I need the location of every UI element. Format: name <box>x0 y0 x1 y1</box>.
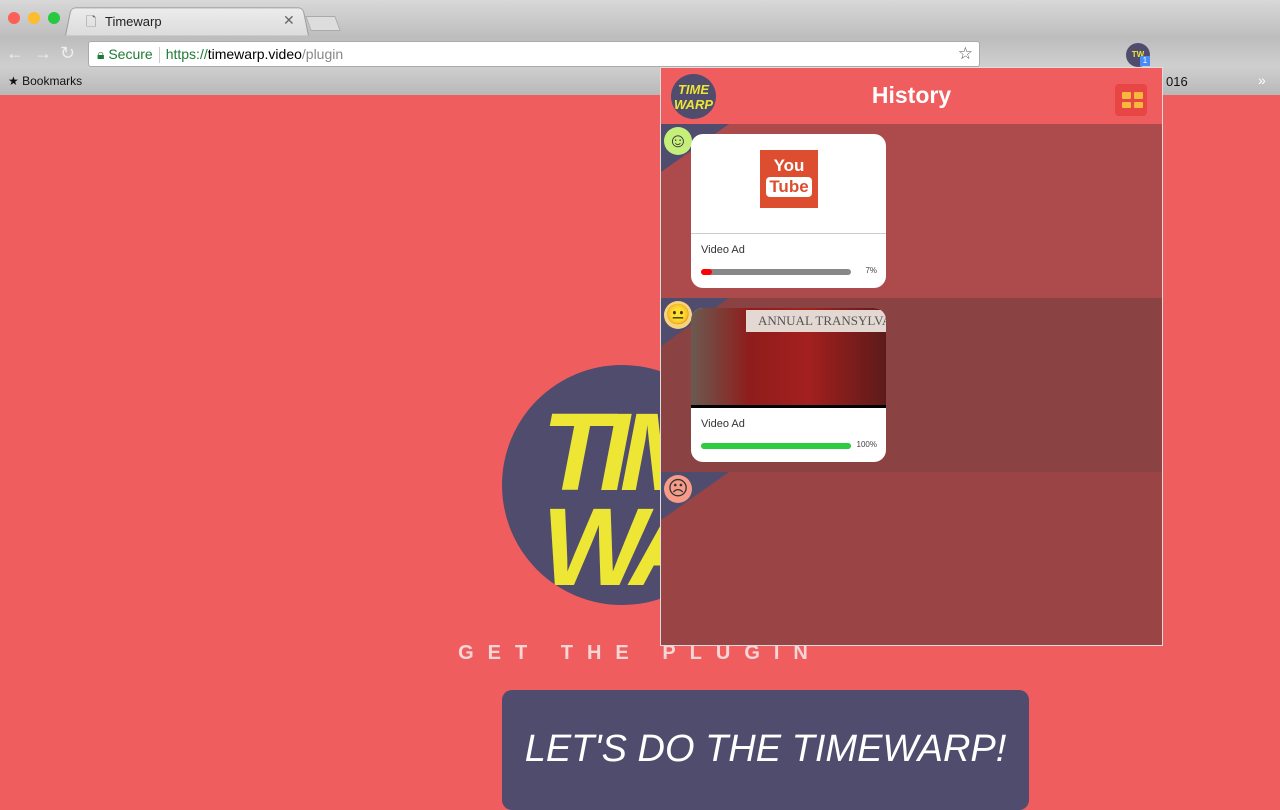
video-card[interactable]: You Tube Video Ad 7% <box>691 134 886 288</box>
url-host: timewarp.video <box>207 46 302 62</box>
address-bar[interactable]: 🔒︎ Secure https://timewarp.video/plugin ☆ <box>88 41 980 67</box>
history-row: 😐 ANNUAL TRANSYLVA Video Ad 100% <box>661 298 1162 472</box>
progress-bar <box>701 443 851 449</box>
forward-icon[interactable]: → <box>34 43 52 64</box>
bookmark-item[interactable]: 016 <box>1166 74 1188 89</box>
bookmarks-folder[interactable]: ★ Bookmarks <box>8 74 82 88</box>
reload-icon[interactable]: ↻ <box>60 43 75 64</box>
secure-label: Secure <box>108 46 153 62</box>
history-row: ☺ You Tube Video Ad 7% <box>661 124 1162 298</box>
thumbnail: ANNUAL TRANSYLVA <box>691 308 886 408</box>
maximize-window-button[interactable] <box>48 12 60 24</box>
thumbnail-banner: ANNUAL TRANSYLVA <box>746 310 886 332</box>
progress-label: 7% <box>865 266 877 275</box>
progress-label: 100% <box>856 440 877 449</box>
video-title: Video Ad <box>701 418 745 430</box>
history-popup: TIME WARP History ☺ You Tube Video Ad 7% 😐 A… <box>660 67 1163 646</box>
progress-fill <box>701 269 712 275</box>
tab-close-icon[interactable]: ✕ <box>283 12 295 29</box>
thumbnail: You Tube <box>691 134 886 234</box>
star-icon: ★ <box>8 74 19 88</box>
history-row: ☹ <box>661 472 1162 645</box>
progress-bar <box>701 269 851 275</box>
bookmarks-label: Bookmarks <box>22 74 83 88</box>
new-tab-button[interactable] <box>305 16 341 31</box>
minimize-window-button[interactable] <box>28 12 40 24</box>
lock-icon: 🔒︎ <box>97 46 105 62</box>
popup-title: History <box>871 82 952 108</box>
sad-face-icon: ☹ <box>664 475 692 503</box>
url-path: /plugin <box>301 46 344 62</box>
grid-menu-button[interactable] <box>1115 84 1147 116</box>
bookmark-star-icon[interactable]: ☆ <box>958 42 973 66</box>
neutral-face-icon: 😐 <box>664 301 692 329</box>
youtube-logo-icon: You Tube <box>760 150 818 208</box>
happy-face-icon: ☺ <box>664 127 692 155</box>
tab-title: Timewarp <box>105 14 162 29</box>
extension-badge: 1 <box>1140 56 1150 66</box>
video-title: Video Ad <box>701 244 745 256</box>
back-icon[interactable]: ← <box>6 43 24 64</box>
close-window-button[interactable] <box>8 12 20 24</box>
browser-tab[interactable] <box>65 7 309 36</box>
progress-fill <box>701 443 851 449</box>
popup-header: TIME WARP History <box>661 68 1162 124</box>
more-bookmarks-icon[interactable]: » <box>1258 72 1266 88</box>
page-icon: 🗋 <box>86 14 97 29</box>
cta-button[interactable]: LET'S DO THE TIMEWARP! <box>502 690 1029 810</box>
url-scheme: https:// <box>165 46 208 62</box>
video-card[interactable]: ANNUAL TRANSYLVA Video Ad 100% <box>691 308 886 462</box>
